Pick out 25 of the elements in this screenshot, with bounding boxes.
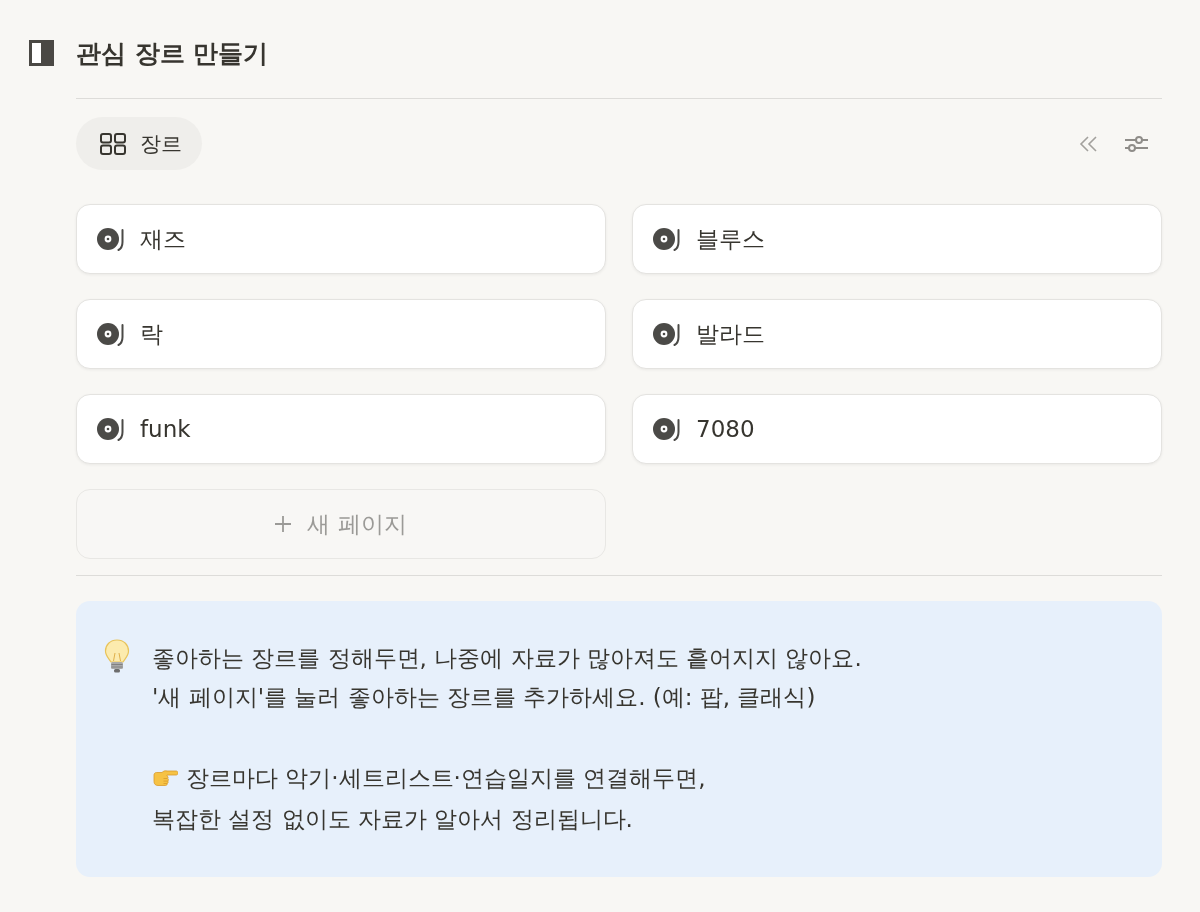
genre-card[interactable]: 발라드 bbox=[632, 299, 1162, 369]
vinyl-record-icon bbox=[97, 322, 124, 346]
plus-icon bbox=[275, 516, 292, 532]
sidebar-panel-icon bbox=[29, 40, 54, 66]
vinyl-record-icon bbox=[653, 322, 680, 346]
callout-text: 좋아하는 장르를 정해두면, 나중에 자료가 많아져도 흩어지지 않아요. bbox=[152, 644, 862, 673]
sliders-icon[interactable] bbox=[1125, 134, 1148, 153]
view-tab[interactable]: 장르 bbox=[76, 117, 202, 170]
genre-card[interactable]: 7080 bbox=[632, 394, 1162, 464]
callout-text: 복잡한 설정 없이도 자료가 알아서 정리됩니다. bbox=[152, 805, 633, 834]
vinyl-record-icon bbox=[653, 227, 680, 251]
callout-text: 장르마다 악기·세트리스트·연습일지를 연결해두면, bbox=[186, 763, 706, 793]
double-chevron-left-icon[interactable] bbox=[1079, 135, 1098, 152]
vinyl-record-icon bbox=[97, 227, 124, 251]
vinyl-record-icon bbox=[653, 417, 680, 441]
callout-text: '새 페이지'를 눌러 좋아하는 장르를 추가하세요. (예: 팝, 클래식) bbox=[152, 683, 816, 712]
pointing-hand-icon bbox=[152, 769, 178, 787]
vinyl-record-icon bbox=[97, 417, 124, 441]
genre-card[interactable]: 블루스 bbox=[632, 204, 1162, 274]
grid-icon bbox=[100, 132, 126, 155]
genre-card[interactable]: funk bbox=[76, 394, 606, 464]
light-bulb-icon bbox=[104, 639, 130, 673]
genre-card[interactable]: 재즈 bbox=[76, 204, 606, 274]
genre-card[interactable]: 락 bbox=[76, 299, 606, 369]
page-title: 관심 장르 만들기 bbox=[76, 37, 269, 70]
